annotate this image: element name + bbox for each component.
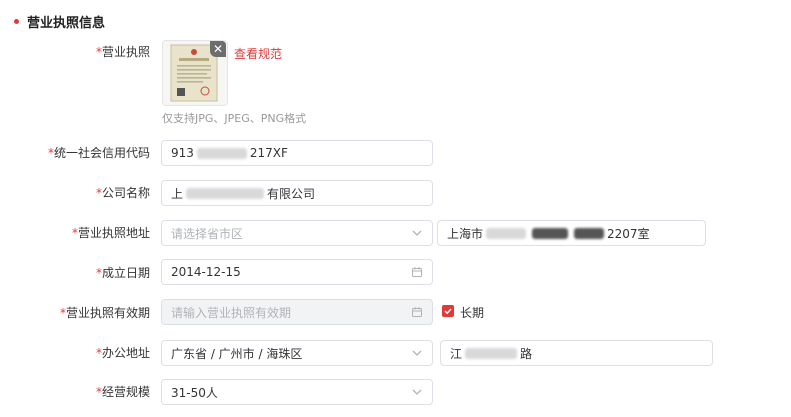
long-term-checkbox[interactable]: [442, 305, 454, 317]
checkmark-icon: [444, 308, 452, 315]
redacted-mask: [532, 227, 569, 239]
calendar-icon: [412, 307, 422, 317]
chevron-down-icon: [412, 350, 422, 356]
calendar-icon: [412, 267, 422, 277]
license-validity-label: *营业执照有效期: [59, 306, 150, 320]
redacted-mask: [196, 147, 247, 159]
office-address-label: *办公地址: [95, 346, 150, 360]
established-date-picker[interactable]: 2014-12-15: [161, 259, 433, 285]
license-upload-label: *营业执照: [95, 45, 150, 59]
upload-format-hint: 仅支持JPG、JPEG、PNG格式: [162, 112, 307, 125]
office-address-detail-input[interactable]: 江 路: [440, 340, 713, 366]
license-validity-picker: 请输入营业执照有效期: [161, 299, 433, 325]
redacted-mask: [186, 187, 265, 199]
license-region-select[interactable]: 请选择省市区: [161, 220, 433, 246]
redacted-mask: [486, 227, 527, 239]
section-header: 营业执照信息: [14, 12, 105, 31]
section-dot: [14, 19, 19, 24]
credit-code-label: *统一社会信用代码: [47, 146, 150, 160]
company-name-input[interactable]: 上 有限公司: [161, 180, 433, 206]
view-spec-link[interactable]: 查看规范: [234, 45, 282, 62]
long-term-label[interactable]: 长期: [460, 304, 484, 321]
business-scale-label: *经营规模: [95, 385, 150, 399]
company-name-label: *公司名称: [95, 186, 150, 200]
remove-image-icon[interactable]: ✕: [210, 41, 226, 57]
established-date-label: *成立日期: [95, 266, 150, 280]
section-title: 营业执照信息: [27, 16, 106, 31]
redacted-mask: [574, 227, 605, 239]
chevron-down-icon: [412, 230, 422, 236]
redacted-mask: [465, 347, 518, 359]
license-address-detail-input[interactable]: 上海市 2207室: [437, 220, 706, 246]
business-scale-select[interactable]: 31-50人: [161, 379, 433, 405]
credit-code-input[interactable]: 913 217XF: [161, 140, 433, 166]
office-region-select[interactable]: 广东省 / 广州市 / 海珠区: [161, 340, 433, 366]
license-address-label: *营业执照地址: [71, 226, 150, 240]
chevron-down-icon: [412, 389, 422, 395]
